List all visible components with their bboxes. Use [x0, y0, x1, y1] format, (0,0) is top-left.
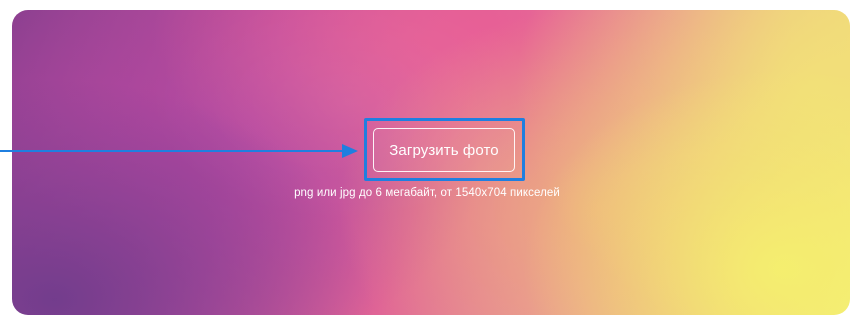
- page: Загрузить фото png или jpg до 6 мегабайт…: [0, 0, 854, 318]
- upload-photo-button-label: Загрузить фото: [389, 141, 499, 159]
- upload-requirements-hint: png или jpg до 6 мегабайт, от 1540x704 п…: [294, 187, 560, 199]
- arrow-right-icon: [0, 144, 358, 158]
- upload-photo-button[interactable]: Загрузить фото: [373, 128, 515, 172]
